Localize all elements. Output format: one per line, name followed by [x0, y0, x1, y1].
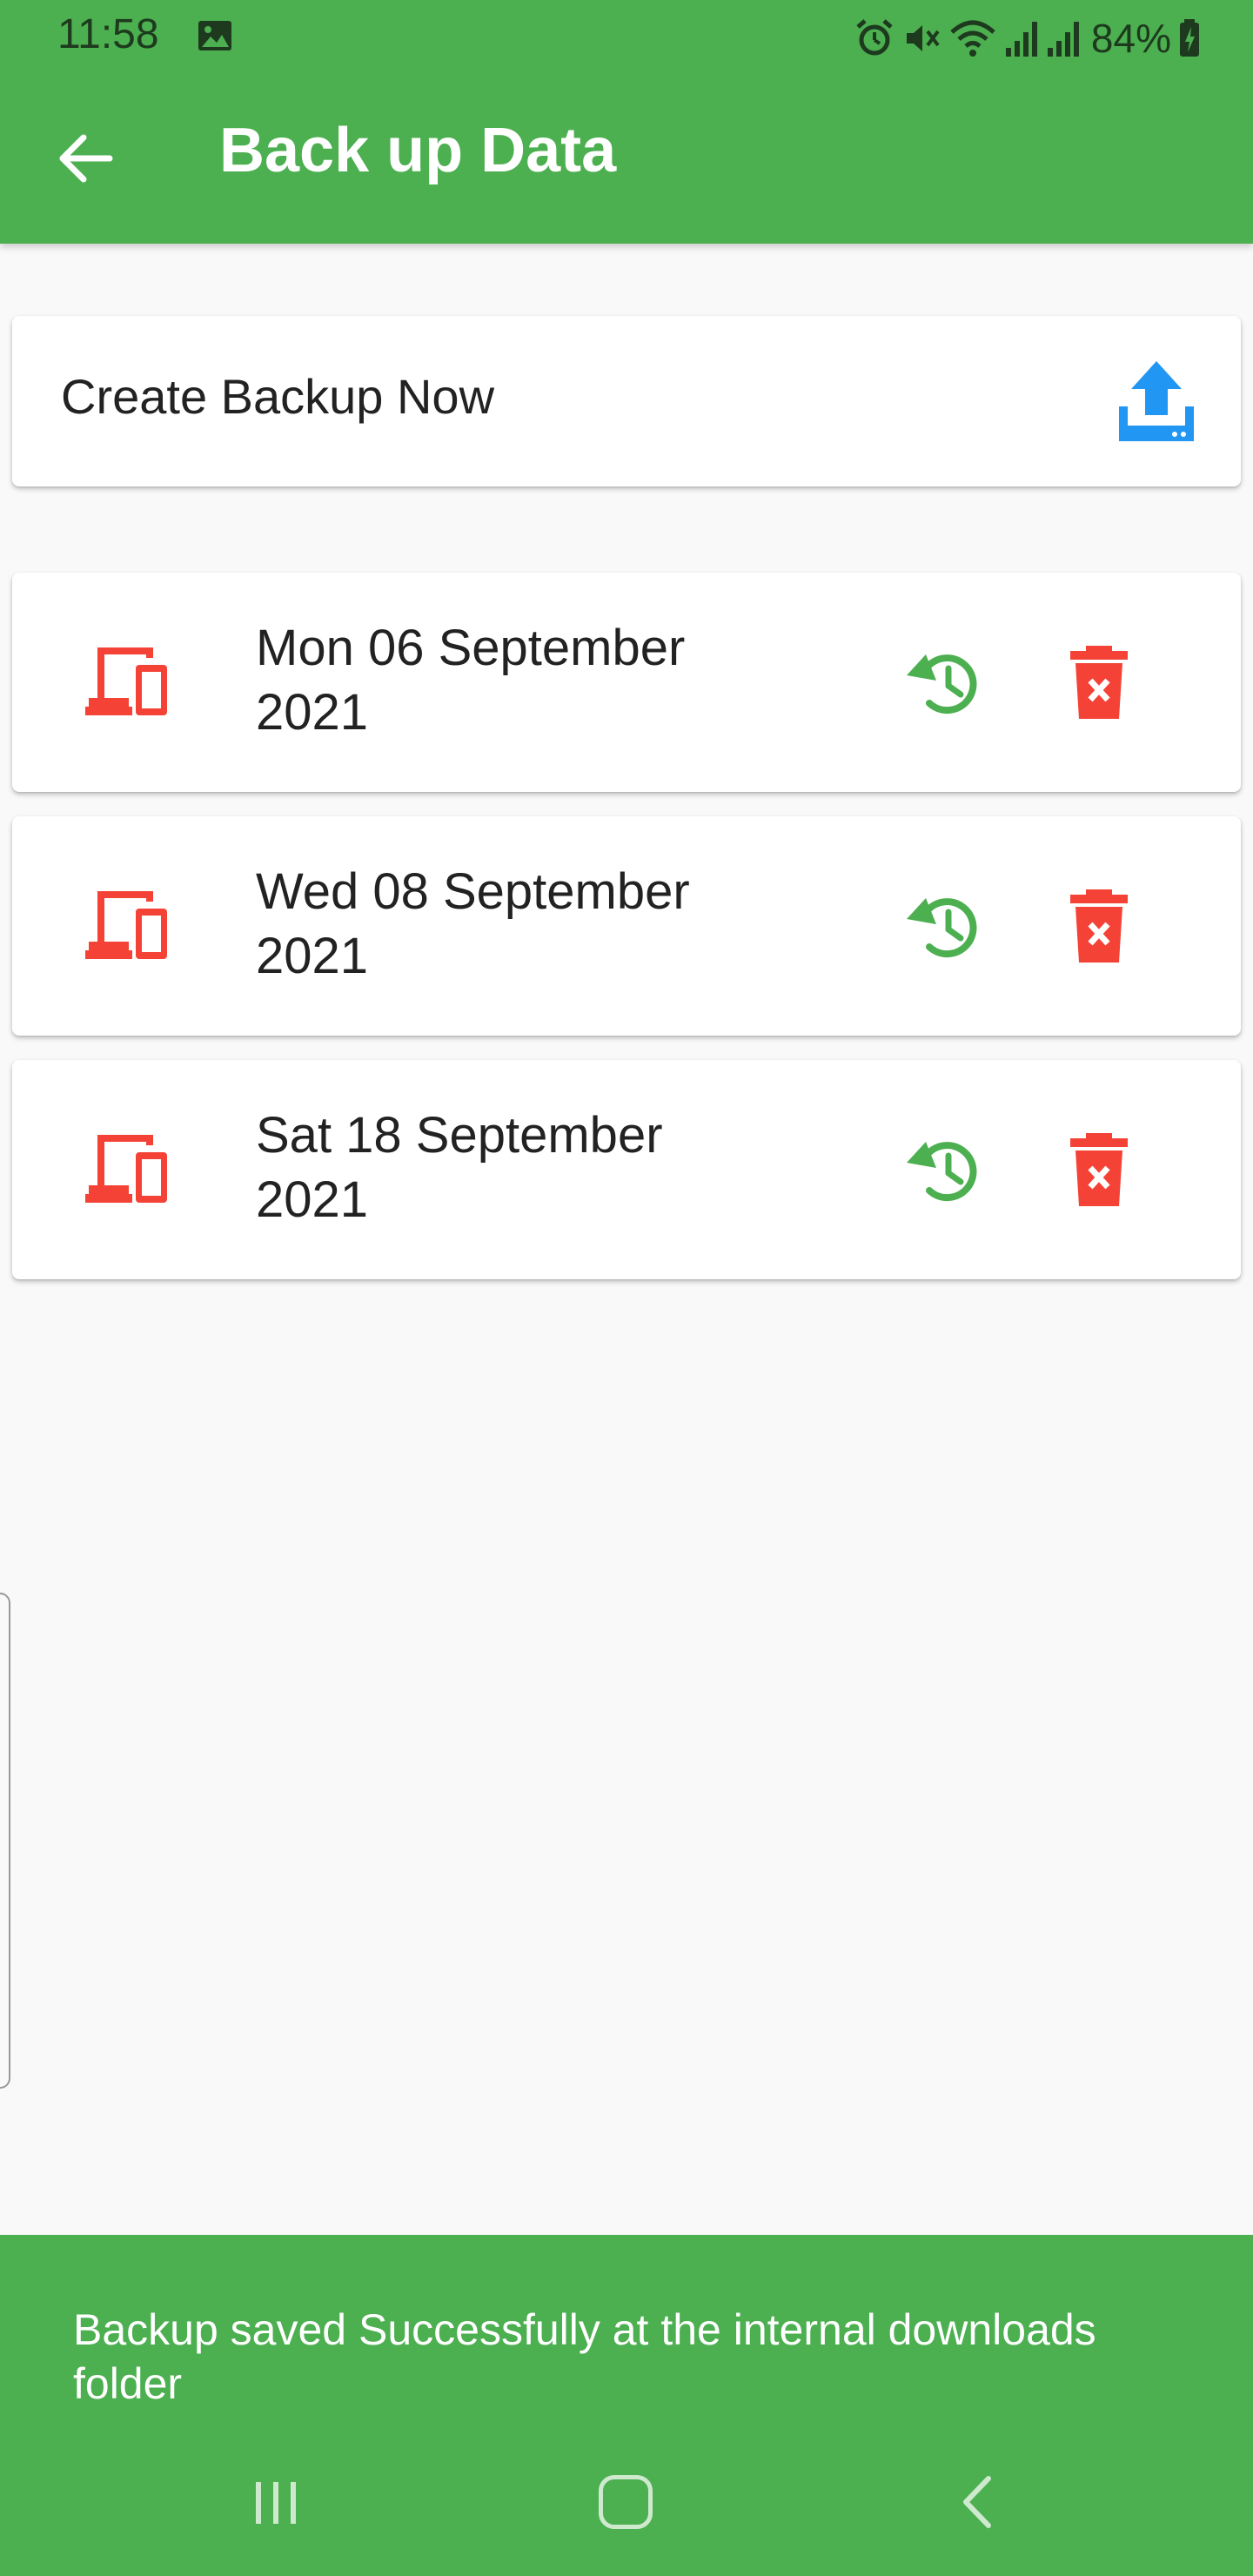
backup-item: Sat 18 September 2021 [12, 1060, 1241, 1279]
recent-apps-icon[interactable] [251, 2479, 301, 2527]
signal-icon-2 [1047, 22, 1079, 57]
history-icon[interactable] [903, 1130, 983, 1210]
backup-date-line1: Mon 06 September [256, 620, 686, 676]
status-bar: 11:58 84% [0, 0, 1253, 78]
nav-back-icon[interactable] [959, 2475, 994, 2529]
alarm-icon [856, 19, 893, 56]
back-button[interactable] [49, 122, 122, 195]
page-title: Back up Data [219, 116, 617, 185]
history-icon[interactable] [903, 886, 983, 966]
devices-icon [85, 1135, 167, 1203]
arrow-left-icon [59, 134, 113, 183]
snackbar-message: Backup saved Successfully at the interna… [73, 2305, 1096, 2408]
backup-date-line2: 2021 [256, 928, 369, 984]
delete-forever-icon[interactable] [1063, 1131, 1135, 1208]
gallery-notification-icon [198, 21, 231, 50]
backup-item: Wed 08 September 2021 [12, 816, 1241, 1036]
wifi-icon [950, 20, 995, 57]
create-backup-label: Create Backup Now [61, 369, 495, 424]
system-nav-bar [0, 2428, 1253, 2576]
devices-icon [85, 891, 167, 959]
status-time: 11:58 [57, 11, 159, 57]
devices-icon [85, 647, 167, 715]
create-backup-button[interactable]: Create Backup Now [12, 316, 1241, 486]
home-button[interactable] [599, 2475, 653, 2529]
backup-date: Sat 18 September 2021 [256, 1104, 795, 1232]
status-icons: 84% [854, 12, 1201, 64]
backup-date: Wed 08 September 2021 [256, 860, 795, 989]
backup-item: Mon 06 September 2021 [12, 573, 1241, 792]
backup-date-line2: 2021 [256, 1171, 369, 1228]
signal-icon-1 [1005, 22, 1037, 57]
mute-icon [906, 25, 940, 51]
battery-percent: 84% [1090, 16, 1171, 61]
delete-forever-icon[interactable] [1063, 644, 1135, 721]
battery-icon [1180, 19, 1199, 57]
backup-date-line1: Wed 08 September [256, 863, 690, 920]
delete-forever-icon[interactable] [1063, 888, 1135, 964]
backup-date-line2: 2021 [256, 684, 369, 741]
edge-panel-handle[interactable] [0, 1593, 10, 2089]
backup-date-line1: Sat 18 September [256, 1107, 663, 1164]
backup-date: Mon 06 September 2021 [256, 616, 795, 745]
upload-icon [1119, 361, 1194, 441]
app-bar: 11:58 84% Back up Data [0, 0, 1253, 244]
history-icon[interactable] [903, 642, 983, 722]
